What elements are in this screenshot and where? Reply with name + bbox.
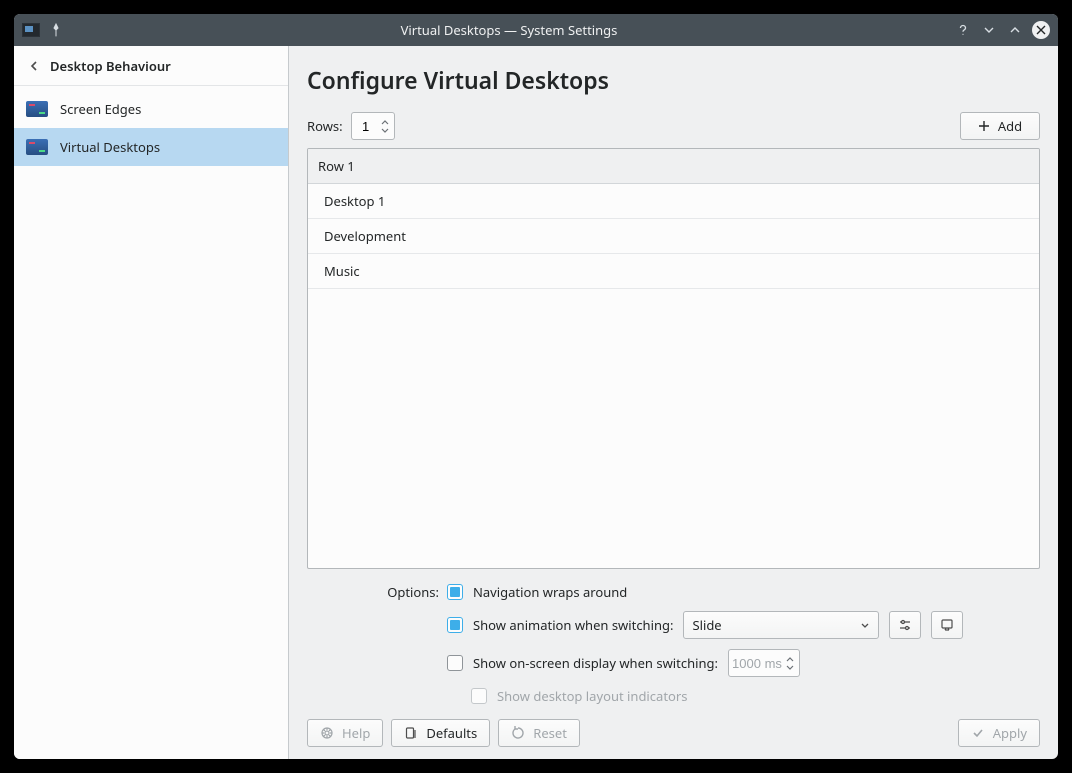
rows-value[interactable] [352,118,380,135]
screen-edges-icon [26,101,48,117]
about-animation-button[interactable] [931,611,963,639]
list-item[interactable]: Desktop 1 [308,184,1039,219]
main-panel: Configure Virtual Desktops Rows: Add [289,46,1058,759]
chevron-down-icon[interactable] [980,21,998,39]
breadcrumb[interactable]: Desktop Behaviour [14,46,288,86]
desktops-list: Row 1 Desktop 1 Development Music [307,148,1040,569]
add-button[interactable]: Add [960,112,1040,140]
show-anim-checkbox[interactable] [447,617,463,633]
virtual-desktops-icon [26,139,48,155]
sidebar-item-screen-edges[interactable]: Screen Edges [14,90,288,128]
sidebar-item-label: Virtual Desktops [60,138,160,156]
help-icon[interactable] [954,21,972,39]
page-title: Configure Virtual Desktops [307,64,1040,96]
show-osd-checkbox[interactable] [447,655,463,671]
app-icon [22,23,40,37]
add-button-label: Add [998,117,1022,135]
animation-value: Slide [692,616,721,634]
help-button-label: Help [342,724,370,742]
chevron-up-icon[interactable] [1006,21,1024,39]
breadcrumb-label: Desktop Behaviour [50,57,171,75]
configure-animation-button[interactable] [889,611,921,639]
layout-indicators-label: Show desktop layout indicators [497,687,687,705]
list-item[interactable]: Development [308,219,1039,254]
defaults-button-label: Defaults [426,724,477,742]
osd-time-spinbox [728,649,800,677]
reset-button-label: Reset [533,724,567,742]
show-anim-label: Show animation when switching: [473,616,673,634]
osd-time-value [729,655,785,672]
animation-select[interactable]: Slide [683,611,879,639]
defaults-button[interactable]: Defaults [391,719,490,747]
sidebar-item-label: Screen Edges [60,100,141,118]
options-label: Options: [307,583,447,601]
list-item[interactable]: Music [308,254,1039,289]
nav-wrap-label: Navigation wraps around [473,583,627,601]
layout-indicators-checkbox [471,688,487,704]
rows-spinbox[interactable] [351,112,395,140]
sidebar-item-virtual-desktops[interactable]: Virtual Desktops [14,128,288,166]
help-button[interactable]: Help [307,719,383,747]
apply-button[interactable]: Apply [958,719,1040,747]
apply-button-label: Apply [993,724,1027,742]
window: Virtual Desktops — System Settings Deskt… [14,14,1058,759]
row-header: Row 1 [308,149,1039,184]
close-icon[interactable] [1032,21,1050,39]
window-title: Virtual Desktops — System Settings [64,21,954,39]
reset-button[interactable]: Reset [498,719,580,747]
rows-label: Rows: [307,117,343,135]
pin-icon[interactable] [48,22,64,38]
nav-wrap-checkbox[interactable] [447,584,463,600]
show-osd-label: Show on-screen display when switching: [473,654,718,672]
sidebar: Desktop Behaviour Screen Edges Virtual D… [14,46,289,759]
titlebar: Virtual Desktops — System Settings [14,14,1058,46]
